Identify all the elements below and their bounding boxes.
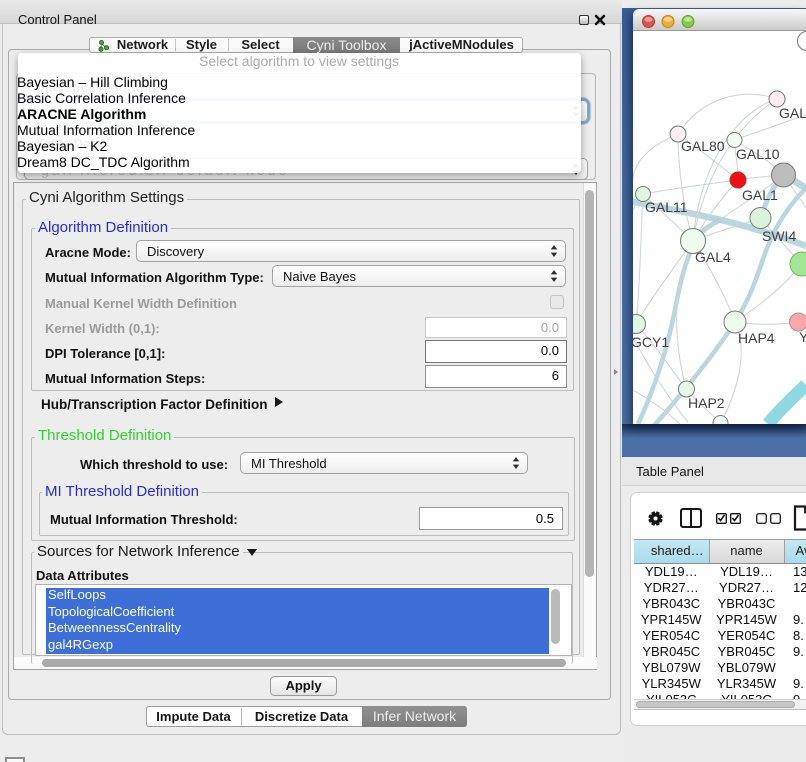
svg-text:GAL80: GAL80	[681, 138, 725, 154]
svg-text:SWI4: SWI4	[762, 228, 796, 244]
svg-text:GCY1: GCY1	[633, 334, 669, 350]
svg-text:HAP2: HAP2	[688, 395, 725, 411]
svg-text:HAP4: HAP4	[738, 330, 775, 346]
svg-text:GAL1: GAL1	[742, 187, 778, 203]
svg-text:GAL11: GAL11	[645, 199, 688, 215]
svg-text:GAL10: GAL10	[736, 146, 780, 162]
svg-text:GAL2: GAL2	[779, 105, 806, 121]
svg-text:GAL4: GAL4	[695, 249, 731, 265]
svg-text:YD: YD	[799, 329, 806, 345]
